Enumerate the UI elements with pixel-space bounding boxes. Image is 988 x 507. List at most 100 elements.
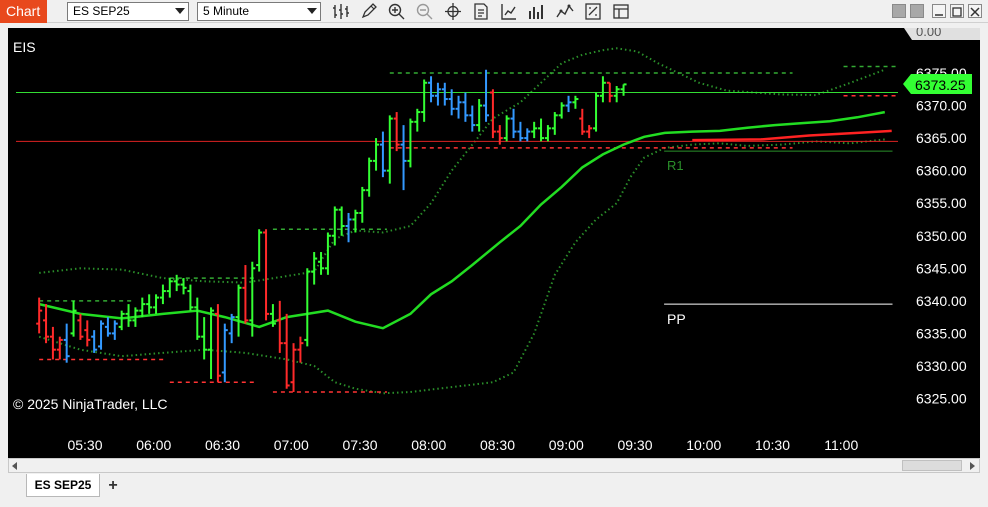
ohlc-bar bbox=[503, 115, 510, 142]
ohlc-bar bbox=[318, 252, 325, 275]
time-tick-label: 09:30 bbox=[617, 437, 652, 453]
chevron-down-icon bbox=[175, 8, 185, 14]
time-tick-label: 07:30 bbox=[342, 437, 377, 453]
window-menu-button[interactable] bbox=[892, 4, 906, 18]
ohlc-bar bbox=[386, 115, 393, 184]
ohlc-bar bbox=[510, 108, 517, 139]
price-tick-label: 6330.00 bbox=[916, 358, 967, 374]
chart-panel[interactable]: 6375.00 6370.00 6365.00 6360.00 6355.00 6350.… bbox=[8, 28, 980, 458]
ohlc-bar bbox=[593, 92, 600, 132]
tab-es-sep25[interactable]: ES SEP25 bbox=[26, 474, 100, 497]
scroll-left-icon[interactable] bbox=[10, 461, 20, 471]
ohlc-bar bbox=[379, 131, 386, 178]
ohlc-bar bbox=[338, 206, 345, 236]
time-tick-label: 07:00 bbox=[274, 437, 309, 453]
time-tick-label: 08:00 bbox=[411, 437, 446, 453]
maximize-button[interactable] bbox=[950, 4, 964, 18]
time-axis[interactable]: 05:30 06:00 06:30 07:00 07:30 08:00 08:30 09:00… bbox=[67, 437, 858, 453]
close-button[interactable] bbox=[968, 4, 982, 18]
ohlc-bar bbox=[263, 229, 270, 321]
upper-band bbox=[39, 47, 886, 284]
ohlc-bar bbox=[448, 89, 455, 116]
ohlc-bar bbox=[558, 102, 565, 119]
ohlc-bar bbox=[63, 323, 70, 363]
crosshair-icon[interactable] bbox=[443, 2, 463, 21]
chevron-down-icon bbox=[307, 8, 317, 14]
zoom-out-icon[interactable] bbox=[415, 2, 435, 21]
ohlc-bar bbox=[489, 89, 496, 139]
instrument-selector[interactable]: ES SEP25 bbox=[67, 2, 189, 21]
ohlc-bar bbox=[373, 138, 380, 171]
ohlc-bar bbox=[572, 95, 579, 109]
ohlc-bar bbox=[469, 105, 476, 132]
add-tab-button[interactable]: + bbox=[103, 476, 123, 496]
time-tick-label: 08:30 bbox=[480, 437, 515, 453]
ohlc-bar bbox=[565, 95, 572, 113]
ohlc-bar bbox=[235, 284, 242, 337]
data-box-icon[interactable] bbox=[583, 2, 603, 21]
scrollbar-thumb[interactable] bbox=[902, 460, 962, 471]
ohlc-bar bbox=[111, 320, 118, 340]
red-trend-line bbox=[692, 129, 892, 142]
ohlc-bar bbox=[400, 125, 407, 191]
time-tick-label: 06:00 bbox=[136, 437, 171, 453]
lower-band bbox=[38, 138, 885, 395]
ohlc-bar bbox=[345, 212, 352, 243]
ohlc-bar bbox=[180, 278, 187, 295]
ohlc-bar bbox=[56, 336, 63, 360]
ohlc-bar bbox=[455, 95, 462, 119]
ohlc-bar bbox=[77, 313, 84, 340]
ohlc-bar bbox=[91, 330, 98, 353]
ohlc-bar bbox=[242, 265, 249, 324]
time-tick-label: 10:30 bbox=[755, 437, 790, 453]
pivot-r1-label: R1 bbox=[667, 158, 684, 173]
price-tick-label: 6370.00 bbox=[916, 98, 967, 114]
ohlc-bar bbox=[407, 118, 414, 168]
ohlc-bar bbox=[324, 232, 331, 275]
interval-selector[interactable]: 5 Minute bbox=[197, 2, 321, 21]
link-button[interactable] bbox=[910, 4, 924, 18]
time-tick-label: 09:00 bbox=[549, 437, 584, 453]
zoom-in-icon[interactable] bbox=[387, 2, 407, 21]
price-tick-label: 6335.00 bbox=[916, 325, 967, 341]
time-tick-label: 05:30 bbox=[67, 437, 102, 453]
price-tick-label: 6360.00 bbox=[916, 163, 967, 179]
chart-trader-icon[interactable] bbox=[555, 2, 575, 21]
ohlc-bar bbox=[393, 112, 400, 152]
ohlc-bar bbox=[579, 108, 586, 135]
price-chart[interactable]: 6375.006370.006365.006360.006355.006350.… bbox=[8, 28, 980, 458]
ohlc-bar bbox=[586, 125, 593, 139]
ohlc-bar bbox=[173, 274, 180, 292]
ohlc-bar bbox=[366, 157, 373, 197]
maximize-icon bbox=[952, 7, 962, 17]
indicators-icon[interactable] bbox=[527, 2, 547, 21]
ohlc-bar bbox=[476, 99, 483, 132]
price-tick-label: 6365.00 bbox=[916, 130, 967, 146]
ohlc-bar bbox=[84, 320, 91, 347]
horizontal-lines bbox=[16, 92, 898, 305]
minimize-button[interactable] bbox=[932, 4, 946, 18]
price-bars bbox=[36, 69, 627, 392]
ohlc-bar bbox=[125, 304, 132, 327]
price-axis[interactable]: 6375.006370.006365.006360.006355.006350.… bbox=[916, 65, 967, 407]
ohlc-bar bbox=[166, 278, 173, 298]
ohlc-bar bbox=[36, 297, 43, 334]
scroll-right-icon[interactable] bbox=[967, 461, 977, 471]
pivot-pp-label: PP bbox=[667, 311, 686, 327]
tab-bar: ES SEP25 + bbox=[0, 473, 988, 507]
strategies-icon[interactable] bbox=[499, 2, 519, 21]
ohlc-bar bbox=[359, 186, 366, 223]
ohlc-bar bbox=[544, 125, 551, 142]
moving-average-lines bbox=[38, 110, 892, 330]
bar-type-icon[interactable] bbox=[331, 2, 351, 21]
bollinger-bands bbox=[38, 47, 886, 395]
ohlc-bar bbox=[599, 76, 606, 103]
templates-icon[interactable] bbox=[611, 2, 631, 21]
drawing-pencil-icon[interactable] bbox=[359, 2, 379, 21]
horizontal-scrollbar[interactable] bbox=[8, 458, 980, 473]
instrument-label: EIS bbox=[13, 39, 36, 55]
properties-icon[interactable] bbox=[471, 2, 491, 21]
ohlc-bar bbox=[283, 313, 290, 389]
ohlc-bar bbox=[331, 206, 338, 246]
ohlc-bar bbox=[304, 268, 311, 347]
